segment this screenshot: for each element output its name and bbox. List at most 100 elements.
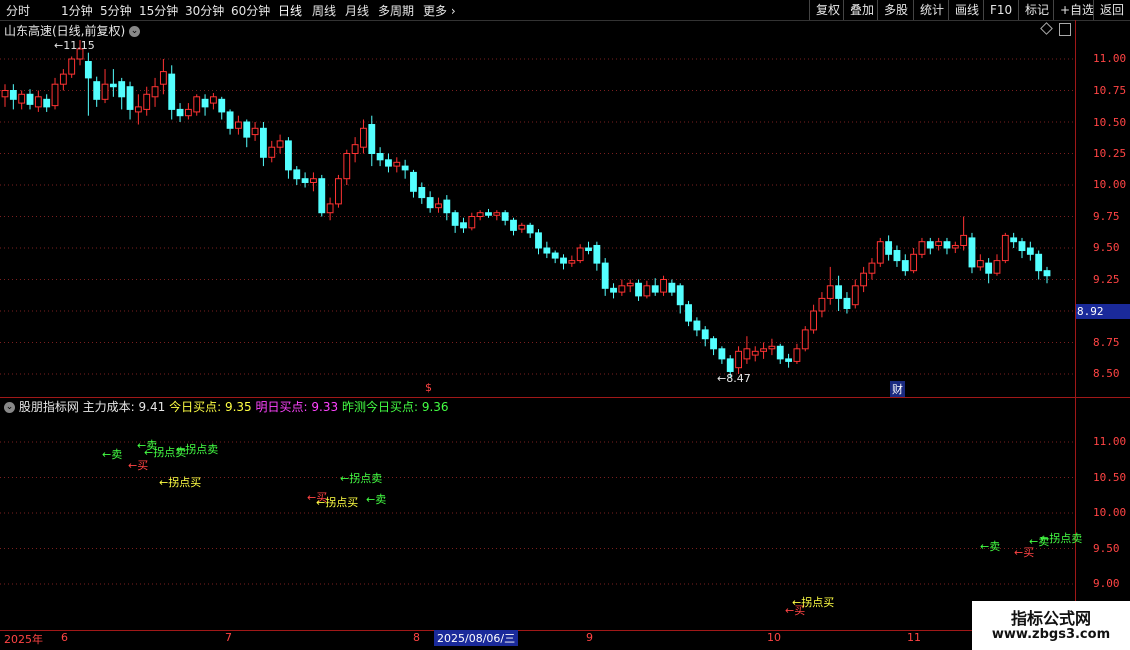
candle-body: [551, 252, 559, 259]
low-price-label: ←8.47: [717, 372, 751, 385]
tab-intraday[interactable]: 分时: [6, 2, 30, 19]
f10-button[interactable]: F10: [983, 0, 1018, 20]
candle-body: [393, 161, 401, 167]
y-tick: 10.75: [1093, 84, 1127, 97]
tab-15min[interactable]: 15分钟: [139, 2, 178, 19]
tab-daily[interactable]: 日线: [278, 2, 302, 19]
signal-label: ←买: [128, 459, 149, 472]
candle-body: [276, 140, 284, 148]
statistics-button[interactable]: 统计: [913, 0, 950, 20]
candle-body: [385, 159, 392, 167]
chevron-down-icon[interactable]: ⌄: [129, 26, 141, 37]
candle-body: [368, 124, 376, 154]
date-month-label: 9: [586, 631, 593, 644]
candle-body: [893, 250, 901, 262]
candle-body: [976, 260, 984, 268]
candle-body: [626, 282, 634, 287]
tab-weekly[interactable]: 周线: [312, 2, 336, 19]
date-axis-line: [0, 630, 1130, 631]
candle-body: [201, 98, 209, 108]
y-tick: 9.25: [1093, 273, 1120, 286]
candle-body: [226, 111, 234, 129]
candle-body: [143, 93, 151, 110]
candle-body: [351, 144, 359, 154]
candle-body: [960, 234, 968, 246]
candle-body: [443, 199, 451, 214]
date-month-label: 11: [907, 631, 921, 644]
tab-30min[interactable]: 30分钟: [185, 2, 224, 19]
candle-body: [785, 358, 793, 362]
candle-body: [993, 260, 1001, 274]
tab-multi-period[interactable]: 多周期: [378, 2, 414, 19]
multi-stock-button[interactable]: 多股: [877, 0, 914, 20]
date-month-label: 8: [413, 631, 420, 644]
tab-more-label: 更多: [423, 4, 448, 18]
candle-body: [610, 287, 617, 293]
candle-body: [510, 219, 517, 231]
signal-label: ←卖: [102, 448, 123, 461]
candle-body: [159, 71, 167, 85]
restore-rights-button[interactable]: 复权: [809, 0, 846, 20]
candle-body: [910, 253, 918, 272]
candle-body: [535, 232, 542, 249]
signal-label: ←拐点买: [792, 596, 835, 609]
indicator-chart[interactable]: [0, 398, 1075, 630]
candle-body: [926, 241, 934, 249]
ind-y-tick: 9.50: [1093, 542, 1120, 555]
tab-monthly[interactable]: 月线: [345, 2, 369, 19]
candle-body: [318, 178, 326, 214]
candle-body: [885, 241, 893, 255]
candle-body: [93, 81, 101, 100]
candle-body: [109, 83, 117, 88]
candle-body: [810, 310, 818, 331]
candle-body: [710, 338, 717, 350]
tab-60min[interactable]: 60分钟: [231, 2, 270, 19]
signal-label: ←卖: [366, 493, 387, 506]
candle-body: [776, 345, 784, 360]
candle-body: [301, 178, 309, 183]
dollar-marker[interactable]: $: [425, 381, 432, 394]
signal-label: ←拐点卖: [1040, 532, 1083, 545]
panel-toggle-icon[interactable]: [1059, 23, 1071, 36]
candle-body: [268, 146, 276, 158]
candle-body: [635, 282, 642, 297]
y-tick: 8.75: [1093, 336, 1120, 349]
finance-marker[interactable]: 财: [890, 381, 905, 397]
tab-more[interactable]: 更多 ›: [423, 2, 456, 19]
candle-body: [1035, 253, 1043, 272]
candle-body: [851, 285, 859, 306]
cursor-date-badge: 2025/08/06/三: [434, 630, 519, 646]
tab-5min[interactable]: 5分钟: [100, 2, 132, 19]
candle-body: [585, 247, 592, 252]
ind-y-tick: 9.00: [1093, 577, 1120, 590]
tab-1min[interactable]: 1分钟: [61, 2, 93, 19]
candle-body: [860, 272, 868, 287]
date-month-label: 10: [767, 631, 781, 644]
candle-body: [751, 350, 759, 356]
ind-y-tick: 10.50: [1093, 471, 1127, 484]
watermark-url: www.zbgs3.com: [991, 627, 1111, 642]
candle-body: [134, 106, 142, 113]
candle-body: [451, 212, 459, 226]
candle-body: [618, 285, 626, 293]
signal-label: ←拐点卖: [340, 472, 383, 485]
price-chart[interactable]: [0, 20, 1130, 397]
candle-body: [826, 285, 834, 299]
candle-body: [126, 86, 134, 110]
mark-button[interactable]: 标记: [1018, 0, 1055, 20]
candle-body: [835, 285, 843, 299]
candle-body: [243, 121, 251, 138]
overlay-button[interactable]: 叠加: [843, 0, 880, 20]
back-button[interactable]: 返回: [1093, 0, 1130, 20]
draw-line-button[interactable]: 画线: [948, 0, 985, 20]
candle-body: [1, 90, 9, 98]
candle-body: [418, 187, 426, 199]
candle-body: [326, 203, 334, 214]
y-tick: 10.50: [1093, 116, 1127, 129]
candle-body: [376, 153, 384, 161]
candle-body: [726, 358, 734, 372]
candle-body: [34, 96, 42, 108]
candle-body: [485, 212, 492, 216]
candle-body: [601, 262, 609, 289]
candle-body: [435, 203, 442, 209]
